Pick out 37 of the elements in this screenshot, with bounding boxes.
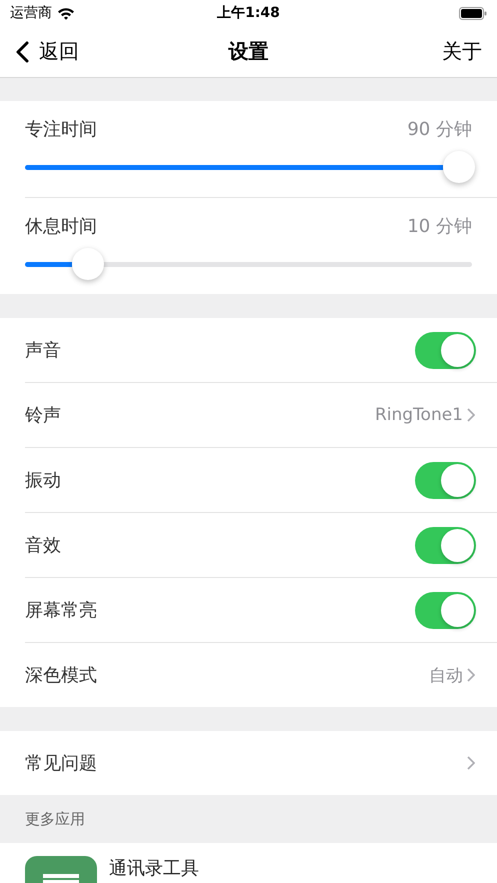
chevron-right-icon <box>467 408 475 422</box>
page-title: 设置 <box>228 38 268 65</box>
chevron-right-icon <box>467 668 475 682</box>
settings-row[interactable]: 深色模式 自动 <box>25 642 497 707</box>
toggle-switch[interactable] <box>415 526 476 564</box>
slider[interactable] <box>25 151 472 183</box>
chevron-right-icon <box>467 756 475 770</box>
slider-reading: 10 分钟 <box>407 216 472 238</box>
slider-label: 专注时间 <box>25 119 97 141</box>
setting-label: 深色模式 <box>25 664 98 687</box>
setting-value: 自动 <box>429 664 463 686</box>
setting-label: 音效 <box>25 534 62 557</box>
settings-row[interactable]: 铃声 RingTone1 <box>25 382 497 447</box>
setting-label: 屏幕常亮 <box>25 599 98 622</box>
about-button[interactable]: 关于 <box>442 38 482 65</box>
slider-thumb[interactable] <box>442 151 475 183</box>
app-name[interactable]: 通讯录工具 <box>109 856 199 883</box>
toggle-switch[interactable] <box>415 462 476 498</box>
wifi-icon <box>57 6 75 20</box>
toggle-switch[interactable] <box>415 332 476 368</box>
setting-label: 声音 <box>25 339 62 362</box>
section-header: 更多应用 <box>25 810 85 828</box>
setting-label: 常见问题 <box>25 752 98 775</box>
app-icon[interactable] <box>25 856 97 883</box>
slider-reading: 90 分钟 <box>407 119 472 141</box>
toggle-switch[interactable] <box>415 592 476 628</box>
back-chevron-icon <box>15 40 29 62</box>
slider-thumb[interactable] <box>72 248 104 280</box>
slider-label: 休息时间 <box>25 216 97 238</box>
carrier-name: 运营商 <box>10 4 52 22</box>
setting-label: 振动 <box>25 469 62 492</box>
setting-label: 铃声 <box>25 404 62 427</box>
setting-value: RingTone1 <box>374 405 463 425</box>
back-button[interactable]: 返回 <box>15 38 79 65</box>
status-time: 上午1:48 <box>216 4 281 22</box>
slider[interactable] <box>25 248 472 280</box>
battery-icon <box>459 6 487 20</box>
